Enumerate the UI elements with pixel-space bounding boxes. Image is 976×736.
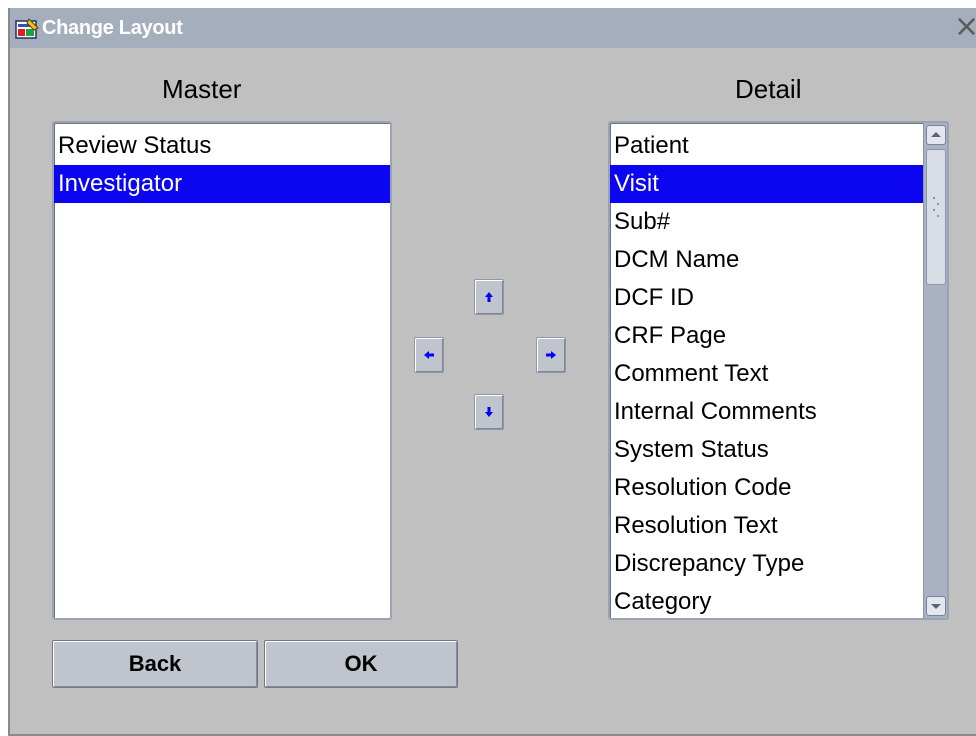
move-right-button[interactable] — [536, 337, 566, 373]
change-layout-dialog: Change Layout × Master Detail Review Sta… — [8, 8, 976, 736]
detail-list[interactable]: Patient Visit Sub# DCM Name DCF ID CRF P… — [608, 121, 949, 620]
detail-label: Detail — [735, 74, 802, 104]
back-button[interactable]: Back — [52, 640, 258, 688]
move-down-button[interactable] — [474, 394, 504, 430]
scroll-up-button[interactable] — [926, 125, 946, 145]
window-title: Change Layout — [42, 17, 183, 39]
detail-list-item[interactable]: Visit — [610, 165, 923, 203]
detail-list-item[interactable]: System Status — [610, 431, 947, 469]
move-left-button[interactable] — [414, 337, 444, 373]
detail-list-item[interactable]: CRF Page — [610, 317, 947, 355]
detail-list-item[interactable]: DCM Name — [610, 241, 947, 279]
arrow-up-icon — [485, 292, 493, 302]
scroll-down-button[interactable] — [926, 596, 946, 616]
arrow-down-icon — [485, 407, 493, 417]
app-icon — [15, 18, 39, 39]
title-bar[interactable]: Change Layout × — [10, 8, 976, 48]
arrow-right-icon — [546, 351, 556, 359]
detail-list-item[interactable]: Discrepancy Type — [610, 545, 947, 583]
detail-list-item[interactable]: DCF ID — [610, 279, 947, 317]
detail-list-item[interactable]: Internal Comments — [610, 393, 947, 431]
scroll-up-icon — [931, 132, 941, 137]
detail-scrollbar[interactable] — [923, 123, 947, 618]
detail-list-item[interactable]: Patient — [610, 127, 947, 165]
master-label: Master — [162, 74, 242, 104]
master-list-item[interactable]: Review Status — [54, 127, 390, 165]
grip-icon — [932, 196, 940, 218]
master-list[interactable]: Review Status Investigator — [52, 121, 392, 620]
detail-list-item[interactable]: Sub# — [610, 203, 947, 241]
detail-list-item[interactable]: Comment Text — [610, 355, 947, 393]
detail-list-item[interactable]: Resolution Text — [610, 507, 947, 545]
scroll-down-icon — [931, 604, 941, 609]
detail-list-item[interactable]: Resolution Code — [610, 469, 947, 507]
scroll-thumb[interactable] — [926, 149, 946, 285]
ok-button[interactable]: OK — [264, 640, 458, 688]
arrow-left-icon — [424, 351, 434, 359]
detail-list-item[interactable]: Category — [610, 583, 947, 618]
move-up-button[interactable] — [474, 279, 504, 315]
close-icon[interactable]: × — [954, 11, 976, 43]
master-list-item[interactable]: Investigator — [54, 165, 390, 203]
